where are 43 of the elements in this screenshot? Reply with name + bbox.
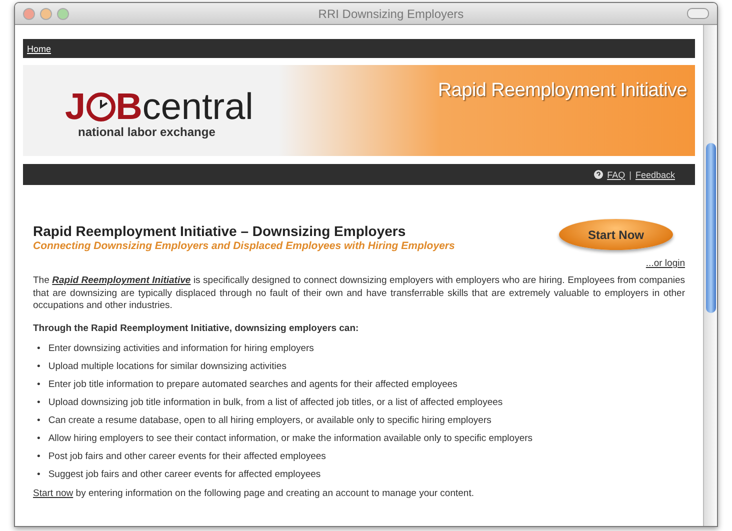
bullet-marker: • bbox=[37, 360, 40, 374]
clock-icon bbox=[86, 92, 116, 122]
separator: | bbox=[629, 170, 632, 180]
start-now-link[interactable]: Start now bbox=[33, 488, 74, 498]
bullet-item: Can create a resume database, open to all hiring employers, or available only to specific hiring employers bbox=[48, 414, 492, 428]
list-heading: Through the Rapid Reemployment Initiative, downsizing employers can: bbox=[33, 322, 360, 334]
bullet-item: Upload downsizing job title information in bulk, from a list of affected job titles, or a list of affected employees bbox=[48, 396, 503, 410]
faq-link[interactable]: FAQ bbox=[607, 170, 626, 180]
bullet-item: Upload multiple locations for similar downsizing activities bbox=[48, 360, 286, 374]
bullet-marker: • bbox=[37, 342, 40, 356]
bullet-item: Allow hiring employers to see their contact information, or make the information available only to specific employers bbox=[48, 432, 533, 446]
bullet-item: Suggest job fairs and other career events for affected employees bbox=[48, 468, 321, 482]
bullet-item: Enter downsizing activities and information for hiring employers bbox=[48, 342, 314, 356]
minimize-button[interactable] bbox=[40, 8, 52, 20]
logo-wordmark: central bbox=[142, 88, 254, 125]
start-now-button[interactable]: Start Now bbox=[559, 219, 673, 250]
bullet-marker: • bbox=[37, 468, 40, 482]
login-link[interactable]: ...or login bbox=[646, 258, 685, 269]
bullet-marker: • bbox=[37, 450, 40, 464]
bullet-item: Enter job title information to prepare automated searches and agents for their affected employees bbox=[48, 378, 458, 392]
help-icon bbox=[594, 170, 604, 179]
bullet-item: Post job fairs and other career events for their affected employees bbox=[48, 450, 326, 464]
zoom-button[interactable] bbox=[57, 8, 69, 20]
toolbar-toggle-button[interactable] bbox=[687, 8, 709, 19]
bullet-marker: • bbox=[37, 414, 40, 428]
home-link[interactable]: Home bbox=[27, 44, 52, 54]
page-subheading: Connecting Downsizing Employers and Displaced Employees with Hiring Employers bbox=[33, 240, 455, 252]
initiative-link[interactable]: Rapid Reemployment Initiative bbox=[52, 275, 191, 286]
bullet-marker: • bbox=[37, 432, 40, 446]
logo-tagline: national labor exchange bbox=[78, 125, 216, 139]
banner-title: Rapid Reemployment Initiative bbox=[438, 80, 687, 103]
scroll-thumb[interactable] bbox=[706, 143, 716, 313]
logo-letter: B bbox=[116, 88, 142, 125]
bullet-marker: • bbox=[37, 396, 40, 410]
close-button[interactable] bbox=[23, 8, 35, 20]
closing-paragraph: Start now by entering information on the following page and creating an account to manage your content. bbox=[33, 488, 475, 498]
feedback-link[interactable]: Feedback bbox=[635, 170, 675, 180]
window-title: RRI Downsizing Employers bbox=[317, 6, 465, 20]
scrollbar[interactable] bbox=[703, 25, 717, 526]
page-heading: Rapid Reemployment Initiative – Downsizing Employers bbox=[33, 223, 407, 239]
logo-letter: J bbox=[65, 88, 86, 125]
bullet-marker: • bbox=[37, 378, 40, 392]
intro-paragraph: The Rapid Reemployment Initiative is specifically designed to connect downsizing employers with employers who are hiring. Employees from companies that are downsizing are typically displaced through no fault of their own and have transferrable skills that are extremely valuable to employers in other occupations and other industries. bbox=[33, 275, 685, 312]
